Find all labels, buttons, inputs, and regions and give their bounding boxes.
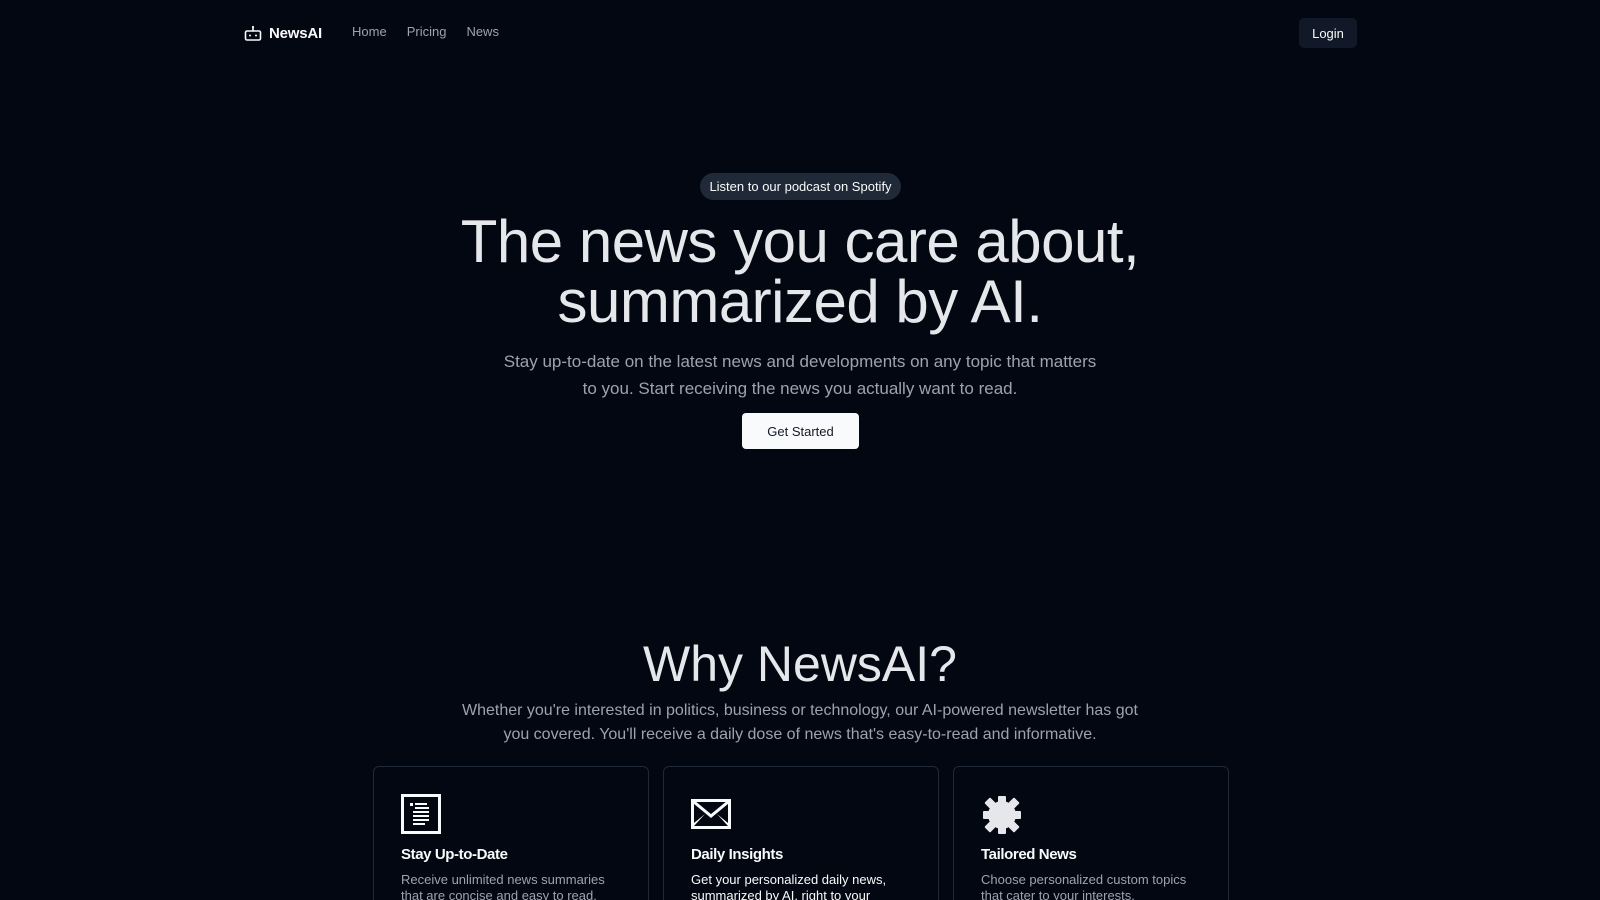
gear-icon <box>981 794 1023 836</box>
newspaper-icon <box>401 794 443 836</box>
feature-card-text: Get your personalized daily news, summar… <box>691 872 887 900</box>
feature-card-title: Daily Insights <box>691 846 783 863</box>
feature-cards: Stay Up-to-Date Receive unlimited news s… <box>373 766 1229 900</box>
brand-name: NewsAI <box>269 24 322 42</box>
login-button[interactable]: Login <box>1299 18 1357 48</box>
brand-logo[interactable]: NewsAI <box>244 21 322 45</box>
landing-page: NewsAI Home Pricing News Login Listen to… <box>0 0 1600 900</box>
hero-subtitle: Stay up-to-date on the latest news and d… <box>503 352 1097 398</box>
hero-title-line-1: The news you care about, <box>460 208 1140 275</box>
why-section-subtitle: Whether you're interested in politics, b… <box>461 702 1138 743</box>
nav-link-home[interactable]: Home <box>352 24 387 39</box>
feature-card-title: Stay Up-to-Date <box>401 846 508 863</box>
feature-card-text: Choose personalized custom topics that c… <box>981 872 1187 900</box>
nav-link-news[interactable]: News <box>466 24 499 39</box>
envelope-icon <box>691 794 733 836</box>
top-nav: NewsAI Home Pricing News Login <box>0 0 1600 66</box>
feature-card-daily-insights: Daily Insights Get your personalized dai… <box>663 766 939 900</box>
robot-icon <box>244 25 262 41</box>
hero-title-line-2: summarized by AI. <box>557 268 1043 335</box>
feature-card-stay-up-to-date: Stay Up-to-Date Receive unlimited news s… <box>373 766 649 900</box>
hero-title: The news you care about, summarized by A… <box>300 212 1300 332</box>
nav-links: Home Pricing News <box>352 24 499 39</box>
get-started-button[interactable]: Get Started <box>742 413 859 449</box>
podcast-pill-link[interactable]: Listen to our podcast on Spotify <box>700 173 901 200</box>
feature-card-text: Receive unlimited news summaries that ar… <box>401 872 605 900</box>
feature-card-title: Tailored News <box>981 846 1077 863</box>
feature-card-tailored-news: Tailored News Choose personalized custom… <box>953 766 1229 900</box>
why-section-title: Why NewsAI? <box>643 636 957 692</box>
nav-link-pricing[interactable]: Pricing <box>407 24 447 39</box>
